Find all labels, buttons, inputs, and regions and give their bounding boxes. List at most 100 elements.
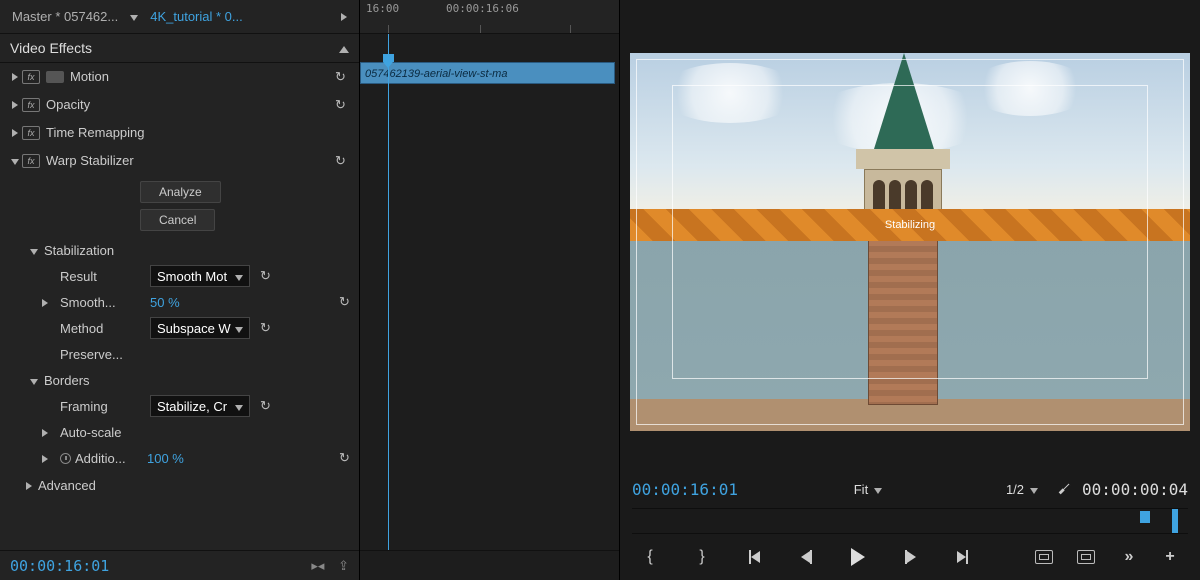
- result-param: Result Smooth Mot ↺: [0, 263, 359, 289]
- borders-header[interactable]: Borders: [0, 367, 359, 393]
- analyze-button[interactable]: Analyze: [140, 181, 221, 203]
- time-ruler[interactable]: 16:00 00:00:16:06: [360, 0, 619, 34]
- param-label: Additio...: [75, 451, 147, 466]
- chevron-down-icon[interactable]: [30, 373, 38, 388]
- reset-icon[interactable]: ↺: [329, 153, 351, 169]
- chevron-right-icon[interactable]: [42, 425, 56, 440]
- ruler-tc-label: 00:00:16:06: [446, 2, 519, 15]
- analyze-buttons: Analyze: [0, 175, 359, 209]
- param-label: Smooth...: [60, 295, 150, 310]
- reset-icon[interactable]: ↺: [250, 398, 280, 414]
- motion-effect-row[interactable]: fx Motion ↺: [0, 63, 359, 91]
- export-icon[interactable]: ⇪: [338, 558, 349, 573]
- smoothness-param: Smooth... 50 % ↺: [0, 289, 359, 315]
- mask-icon[interactable]: [46, 71, 64, 83]
- dropdown-value: Stabilize, Cr: [157, 399, 227, 414]
- fx-badge-icon[interactable]: fx: [22, 98, 40, 112]
- step-back-button[interactable]: [794, 550, 818, 564]
- wrench-icon[interactable]: [1056, 481, 1072, 497]
- master-tab[interactable]: Master * 057462...: [6, 5, 124, 28]
- smoothness-value[interactable]: 50 %: [150, 295, 329, 310]
- chevron-down-icon: [235, 399, 243, 414]
- method-param: Method Subspace W ↺: [0, 315, 359, 341]
- clip-bar[interactable]: 057462139-aerial-view-st-ma: [360, 62, 615, 84]
- collapse-icon[interactable]: [339, 40, 349, 56]
- source-tabs: Master * 057462... 4K_tutorial * 0...: [0, 0, 359, 34]
- param-label: Method: [60, 321, 150, 336]
- zoom-dropdown[interactable]: Fit: [846, 480, 890, 499]
- advanced-header[interactable]: Advanced: [0, 471, 359, 499]
- fx-badge-icon[interactable]: fx: [22, 154, 40, 168]
- opacity-effect-row[interactable]: fx Opacity ↺: [0, 91, 359, 119]
- method-dropdown[interactable]: Subspace W: [150, 317, 250, 339]
- warp-stabilizer-effect-row[interactable]: fx Warp Stabilizer ↺: [0, 147, 359, 175]
- reset-icon[interactable]: ↺: [329, 97, 351, 113]
- program-monitor-panel: Stabilizing 00:00:16:01 Fit 1/2 00:00:00…: [620, 0, 1200, 580]
- monitor-info-bar: 00:00:16:01 Fit 1/2 00:00:00:04: [620, 470, 1200, 508]
- chevron-down-icon[interactable]: [8, 153, 22, 168]
- playhead-timecode[interactable]: 00:00:16:01: [632, 480, 738, 499]
- subhead-label: Advanced: [38, 478, 96, 493]
- reset-icon[interactable]: ↺: [250, 268, 280, 284]
- chevron-right-icon[interactable]: [8, 97, 22, 112]
- zoom-icon[interactable]: ▸◂: [311, 558, 324, 573]
- fx-badge-icon[interactable]: fx: [22, 70, 40, 84]
- stopwatch-icon[interactable]: [60, 453, 71, 464]
- out-marker-icon[interactable]: [1172, 509, 1178, 533]
- caret-down-icon[interactable]: [124, 9, 144, 24]
- dropdown-value: Smooth Mot: [157, 269, 227, 284]
- chevron-down-icon[interactable]: [30, 243, 38, 258]
- safe-margin-inner: [672, 85, 1148, 379]
- play-button[interactable]: [846, 548, 870, 566]
- time-remapping-effect-row[interactable]: fx Time Remapping: [0, 119, 359, 147]
- more-button[interactable]: »: [1116, 548, 1140, 566]
- resolution-dropdown[interactable]: 1/2: [998, 480, 1046, 499]
- param-label: Result: [60, 269, 150, 284]
- current-timecode[interactable]: 00:00:16:01: [10, 557, 109, 575]
- effect-label: Time Remapping: [46, 125, 351, 140]
- effect-controls-panel: Master * 057462... 4K_tutorial * 0... Vi…: [0, 0, 360, 580]
- mark-in-button[interactable]: {: [638, 548, 662, 566]
- app-root: Master * 057462... 4K_tutorial * 0... Vi…: [0, 0, 1200, 580]
- duration-timecode: 00:00:00:04: [1082, 480, 1188, 499]
- additional-scale-value[interactable]: 100 %: [147, 451, 329, 466]
- param-label: Framing: [60, 399, 150, 414]
- result-dropdown[interactable]: Smooth Mot: [150, 265, 250, 287]
- sequence-tab[interactable]: 4K_tutorial * 0...: [144, 5, 249, 28]
- cancel-button[interactable]: Cancel: [140, 209, 215, 231]
- video-effects-header[interactable]: Video Effects: [0, 34, 359, 63]
- timeline-footer: [360, 550, 619, 580]
- step-forward-button[interactable]: [898, 550, 922, 564]
- framing-dropdown[interactable]: Stabilize, Cr: [150, 395, 250, 417]
- mark-out-button[interactable]: }: [690, 548, 714, 566]
- keyframe-area[interactable]: 057462139-aerial-view-st-ma: [360, 34, 619, 550]
- zoom-value: Fit: [854, 482, 868, 497]
- keyframe-timeline: 16:00 00:00:16:06 057462139-aerial-view-…: [360, 0, 620, 580]
- reset-icon[interactable]: ↺: [329, 69, 351, 85]
- go-to-out-button[interactable]: [950, 550, 974, 564]
- scrub-playhead-icon[interactable]: [1140, 511, 1150, 523]
- lift-button[interactable]: [1032, 548, 1056, 566]
- effect-label: Warp Stabilizer: [46, 153, 329, 168]
- reset-icon[interactable]: ↺: [329, 450, 359, 466]
- chevron-right-icon[interactable]: [26, 478, 32, 493]
- reset-icon[interactable]: ↺: [250, 320, 280, 336]
- expand-icon[interactable]: [335, 9, 353, 24]
- reset-icon[interactable]: ↺: [329, 294, 359, 310]
- ruler-tc-label: 16:00: [366, 2, 399, 15]
- playhead-icon[interactable]: [388, 34, 389, 550]
- go-to-in-button[interactable]: [742, 550, 766, 564]
- resolution-value: 1/2: [1006, 482, 1024, 497]
- chevron-right-icon[interactable]: [8, 125, 22, 140]
- stabilization-header[interactable]: Stabilization: [0, 237, 359, 263]
- add-button[interactable]: +: [1158, 548, 1182, 566]
- transport-controls: { } » +: [620, 534, 1200, 580]
- chevron-right-icon[interactable]: [42, 451, 56, 466]
- program-monitor[interactable]: Stabilizing: [630, 53, 1190, 431]
- program-scrub-bar[interactable]: [632, 508, 1188, 534]
- preserve-scale-param: Preserve...: [0, 341, 359, 367]
- fx-badge-icon[interactable]: fx: [22, 126, 40, 140]
- chevron-right-icon[interactable]: [42, 295, 56, 310]
- chevron-right-icon[interactable]: [8, 69, 22, 84]
- extract-button[interactable]: [1074, 548, 1098, 566]
